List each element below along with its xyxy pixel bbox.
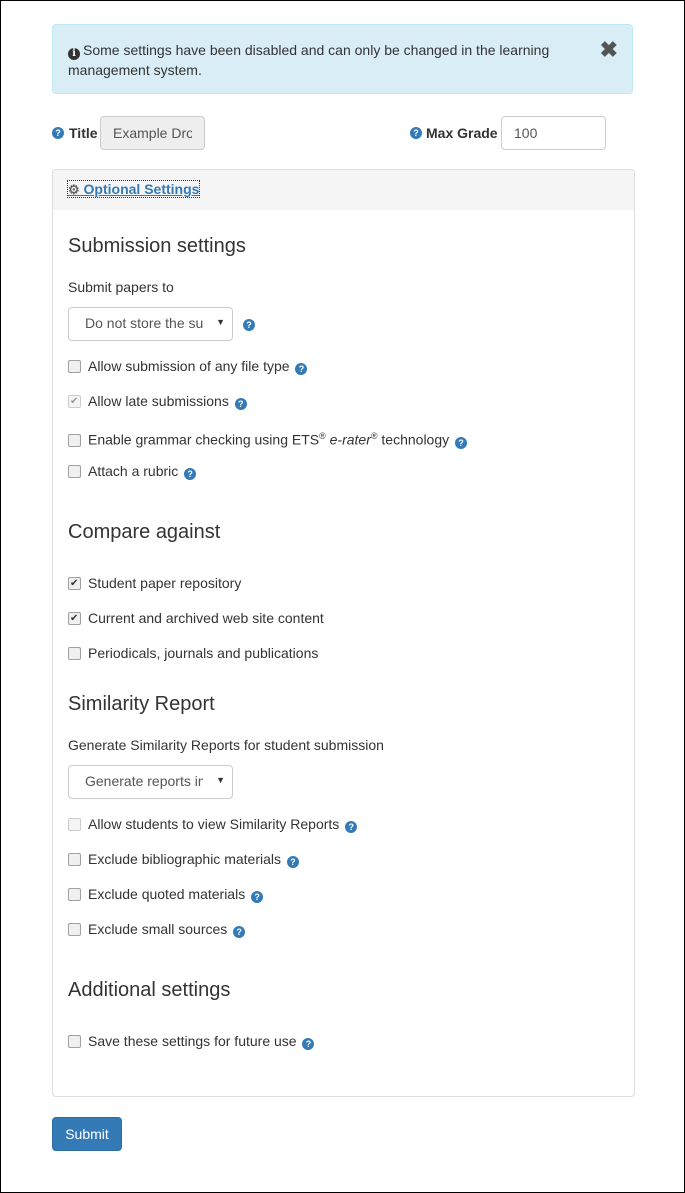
option-save-settings[interactable]: Save these settings for future use ? bbox=[68, 1031, 315, 1051]
checkbox[interactable] bbox=[68, 574, 81, 594]
option-label: Student paper repository bbox=[88, 575, 242, 591]
generate-reports-value: Generate reports immediately bbox=[85, 773, 203, 789]
chevron-down-icon: ▼ bbox=[216, 775, 225, 785]
option-label-suffix: technology bbox=[377, 431, 450, 448]
help-icon[interactable]: ? bbox=[251, 891, 264, 903]
option-late-submissions[interactable]: Allow late submissions ? bbox=[68, 391, 247, 412]
submit-to-help-icon[interactable]: ? bbox=[243, 319, 255, 331]
help-icon[interactable]: ? bbox=[345, 821, 358, 833]
title-input[interactable] bbox=[100, 116, 205, 150]
option-label: Attach a rubric bbox=[88, 463, 179, 479]
checkbox[interactable] bbox=[68, 392, 81, 412]
title-label: Title bbox=[69, 125, 98, 141]
checkbox[interactable] bbox=[68, 360, 81, 373]
option-label: Exclude small sources bbox=[88, 921, 228, 937]
checkbox[interactable] bbox=[68, 465, 81, 478]
erater-label: e-rater bbox=[329, 431, 371, 448]
max-grade-label: Max Grade bbox=[426, 125, 498, 141]
help-icon[interactable]: ? bbox=[295, 363, 308, 375]
help-icon[interactable]: ? bbox=[233, 926, 246, 938]
title-help-icon[interactable]: ? bbox=[52, 127, 64, 139]
help-icon[interactable]: ? bbox=[234, 398, 247, 410]
checkbox[interactable] bbox=[68, 888, 81, 901]
checkbox[interactable] bbox=[68, 1035, 81, 1048]
similarity-heading: Similarity Report bbox=[68, 693, 215, 715]
option-label: Periodicals, journals and publications bbox=[88, 645, 319, 661]
option-label: Enable grammar checking using ETS bbox=[88, 431, 320, 448]
checkbox[interactable] bbox=[68, 853, 81, 866]
checkbox[interactable] bbox=[68, 818, 81, 831]
optional-settings-label: Optional Settings bbox=[83, 181, 200, 197]
max-grade-input[interactable] bbox=[501, 116, 606, 150]
checkbox[interactable] bbox=[68, 647, 81, 660]
compare-heading: Compare against bbox=[68, 521, 221, 543]
gear-icon: ⚙ bbox=[68, 182, 80, 197]
option-attach-rubric[interactable]: Attach a rubric ? bbox=[68, 461, 197, 481]
option-label: Allow late submissions bbox=[88, 393, 229, 409]
option-exclude-bibliographic[interactable]: Exclude bibliographic materials ? bbox=[68, 849, 299, 869]
option-exclude-quoted[interactable]: Exclude quoted materials ? bbox=[68, 884, 264, 904]
lms-disabled-alert: i Some settings have been disabled and ca… bbox=[52, 24, 633, 94]
submit-button[interactable]: Submit bbox=[52, 1117, 122, 1151]
optional-settings-panel: ⚙ Optional Settings Submission settings … bbox=[52, 169, 635, 1097]
submission-heading: Submission settings bbox=[68, 235, 246, 257]
option-label: Exclude quoted materials bbox=[88, 886, 246, 902]
help-icon[interactable]: ? bbox=[455, 436, 468, 449]
info-icon: i bbox=[68, 48, 80, 60]
option-students-view-reports[interactable]: Allow students to view Similarity Report… bbox=[68, 814, 358, 834]
option-label: Current and archived web site content bbox=[88, 610, 324, 626]
generate-reports-select[interactable]: Generate reports immediately ▼ bbox=[68, 765, 233, 799]
submit-to-label: Submit papers to bbox=[68, 279, 174, 295]
close-icon[interactable]: ✖ bbox=[600, 39, 618, 61]
checkbox[interactable] bbox=[68, 923, 81, 936]
submit-to-value: Do not store the submitted papers bbox=[85, 315, 203, 331]
option-label: Allow students to view Similarity Report… bbox=[88, 816, 340, 832]
max-grade-help-icon[interactable]: ? bbox=[410, 127, 422, 139]
checkbox[interactable] bbox=[68, 433, 81, 447]
generate-reports-label: Generate Similarity Reports for student … bbox=[68, 737, 384, 753]
alert-text: Some settings have been disabled and can… bbox=[68, 42, 550, 78]
option-exclude-small-sources[interactable]: Exclude small sources ? bbox=[68, 919, 246, 939]
option-label: Allow submission of any file type bbox=[88, 358, 290, 374]
option-grammar-checking[interactable]: Enable grammar checking using ETS® e-rat… bbox=[68, 426, 468, 449]
option-student-repository[interactable]: Student paper repository bbox=[68, 573, 242, 594]
optional-settings-toggle[interactable]: ⚙ Optional Settings bbox=[66, 180, 201, 198]
help-icon[interactable]: ? bbox=[286, 856, 299, 868]
checkbox[interactable] bbox=[68, 609, 81, 629]
option-label: Exclude bibliographic materials bbox=[88, 851, 281, 867]
submit-to-select[interactable]: Do not store the submitted papers ▼ bbox=[68, 307, 233, 341]
help-icon[interactable]: ? bbox=[302, 1038, 315, 1050]
help-icon[interactable]: ? bbox=[184, 468, 197, 480]
additional-heading: Additional settings bbox=[68, 979, 231, 1001]
option-periodicals[interactable]: Periodicals, journals and publications bbox=[68, 643, 318, 663]
panel-heading: ⚙ Optional Settings bbox=[53, 170, 634, 210]
chevron-down-icon: ▼ bbox=[216, 317, 225, 327]
option-web-content[interactable]: Current and archived web site content bbox=[68, 608, 324, 629]
option-label: Save these settings for future use bbox=[88, 1033, 297, 1049]
option-any-file-type[interactable]: Allow submission of any file type ? bbox=[68, 356, 308, 376]
